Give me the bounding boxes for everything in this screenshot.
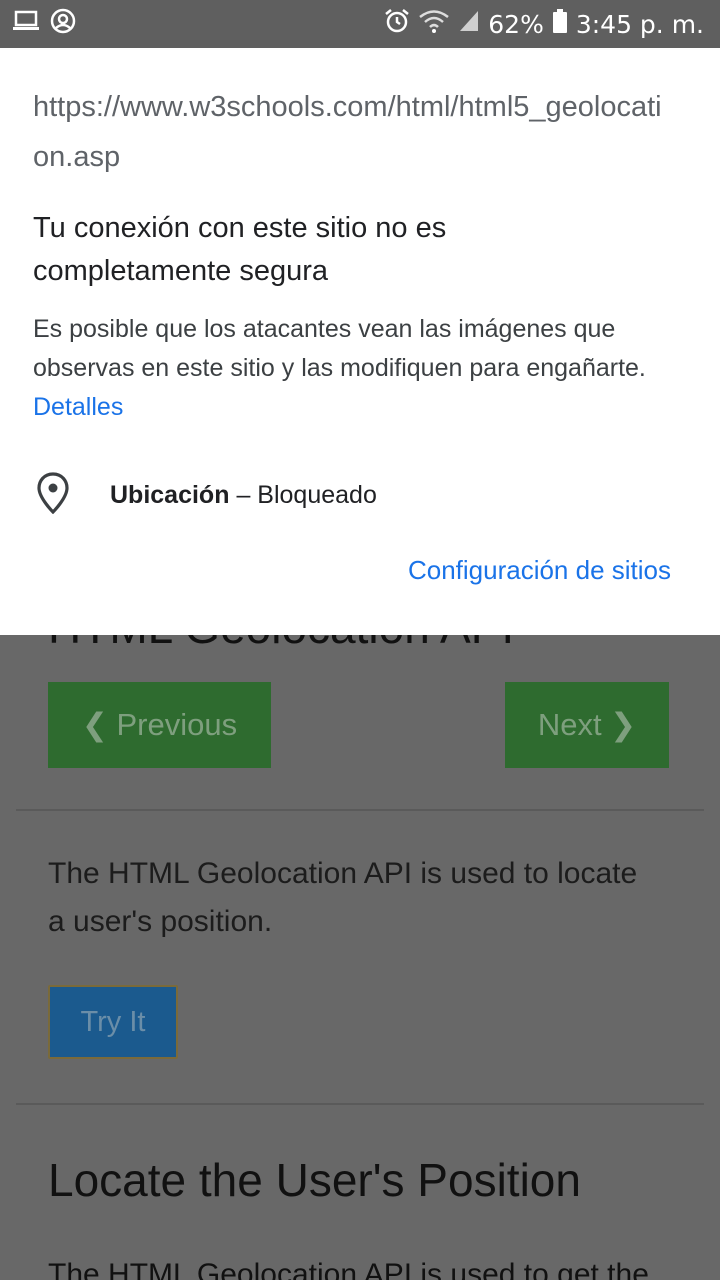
permission-row-location[interactable]: Ubicación – Bloqueado <box>36 471 377 519</box>
intro-text: The HTML Geolocation API is used to loca… <box>48 857 638 938</box>
connection-title: Tu conexión con este sitio no es complet… <box>33 212 447 287</box>
status-bar-left <box>0 8 76 41</box>
try-it-button[interactable]: Try It <box>48 985 178 1059</box>
connection-description-text: Es posible que los atacantes vean las im… <box>33 315 646 382</box>
permission-status: Bloqueado <box>257 480 377 509</box>
next-button[interactable]: Next ❯ <box>505 682 669 768</box>
mention-icon <box>50 8 76 41</box>
site-info-dialog: https://www.w3schools.com/html/html5_geo… <box>0 48 720 635</box>
status-bar-right: 62% 3:45 p. m. <box>384 8 720 41</box>
site-settings-link[interactable]: Configuración de sitios <box>408 555 671 586</box>
battery-percent: 62% <box>488 9 544 39</box>
divider <box>16 1103 704 1105</box>
laptop-icon <box>12 9 40 40</box>
section-text: The HTML Geolocation API is used to get … <box>48 1258 649 1280</box>
wifi-icon <box>418 8 450 41</box>
battery-icon <box>552 8 568 41</box>
connection-description: Es posible que los atacantes vean las im… <box>33 310 683 427</box>
status-bar: 62% 3:45 p. m. <box>0 0 720 48</box>
signal-icon <box>458 9 480 40</box>
alarm-icon <box>384 8 410 41</box>
divider <box>16 809 704 811</box>
permission-name: Ubicación <box>110 480 230 509</box>
location-pin-icon <box>36 471 70 519</box>
permission-text: Ubicación – Bloqueado <box>110 481 377 510</box>
section-title: Locate the User's Position <box>48 1154 581 1206</box>
permission-separator: – <box>236 480 251 509</box>
previous-button[interactable]: ❮ Previous <box>48 682 271 768</box>
page-url: https://www.w3schools.com/html/html5_geo… <box>33 91 662 173</box>
details-link[interactable]: Detalles <box>33 393 123 421</box>
clock: 3:45 p. m. <box>575 9 704 39</box>
